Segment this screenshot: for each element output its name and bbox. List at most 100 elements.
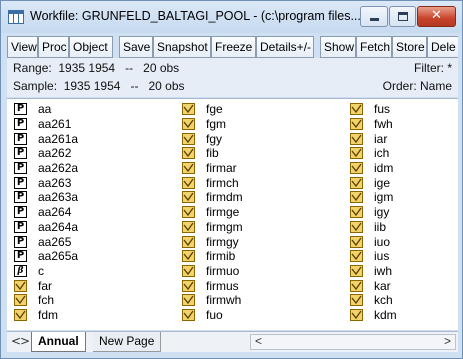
object-name: fuo: [206, 307, 223, 322]
workfile-object[interactable]: fib: [182, 146, 243, 161]
scroll-right-icon[interactable]: >: [444, 334, 451, 348]
workfile-object[interactable]: igm: [350, 190, 397, 205]
workfile-object[interactable]: fuo: [182, 308, 243, 323]
save-button[interactable]: Save: [119, 36, 153, 58]
workfile-object[interactable]: fge: [182, 102, 243, 117]
workfile-object[interactable]: Paa: [14, 102, 78, 117]
close-button[interactable]: ✕: [417, 6, 456, 27]
close-icon: ✕: [431, 8, 442, 23]
minimize-button[interactable]: [360, 6, 388, 27]
series-icon: [14, 294, 27, 307]
scroll-left-icon[interactable]: <: [255, 334, 262, 348]
show-button[interactable]: Show: [320, 36, 356, 58]
workfile-object[interactable]: ige: [350, 175, 397, 190]
workfile-object[interactable]: firmgy: [182, 234, 243, 249]
workfile-object[interactable]: Paa264a: [14, 220, 78, 235]
tab-scroll-right-icon[interactable]: >: [20, 334, 30, 348]
tab-annual[interactable]: Annual: [31, 332, 86, 352]
pool-icon: P: [14, 147, 27, 160]
snapshot-button[interactable]: Snapshot: [153, 36, 211, 58]
object-column-2: fge fgm fgy fib firmar firmch firmdm firmge firm…: [182, 102, 243, 322]
sample-line[interactable]: Sample: 1935 1954 -- 20 obs: [13, 79, 185, 93]
workfile-object[interactable]: firmus: [182, 278, 243, 293]
range-line[interactable]: Range: 1935 1954 -- 20 obs: [13, 61, 179, 75]
workfile-object[interactable]: Paa263: [14, 175, 78, 190]
object-button[interactable]: Object: [69, 36, 113, 58]
fetch-button[interactable]: Fetch: [356, 36, 392, 58]
series-icon: [350, 264, 363, 277]
object-name: far: [38, 278, 53, 293]
object-name: idm: [374, 161, 394, 176]
workfile-object[interactable]: firmar: [182, 161, 243, 176]
object-name: aa263: [38, 175, 72, 190]
series-icon: [350, 191, 363, 204]
order-label[interactable]: Order: Name: [383, 79, 452, 93]
workfile-object[interactable]: iar: [350, 131, 397, 146]
workfile-object[interactable]: Paa262a: [14, 161, 78, 176]
horizontal-scrollbar[interactable]: < >: [250, 334, 456, 350]
workfile-object[interactable]: fgy: [182, 131, 243, 146]
tab-new-page[interactable]: New Page: [93, 332, 162, 352]
workfile-object[interactable]: firmdm: [182, 190, 243, 205]
workfile-object[interactable]: far: [14, 278, 78, 293]
details-toggle-button[interactable]: Details+/-: [256, 36, 314, 58]
object-name: c: [38, 263, 44, 278]
workfile-object[interactable]: Paa263a: [14, 190, 78, 205]
window-title: Workfile: GRUNFELD_BALTAGI_POOL - (c:\pr…: [30, 9, 361, 23]
object-name: kdm: [374, 307, 397, 322]
series-icon: [182, 206, 195, 219]
sample-label: Sample:: [13, 79, 58, 93]
workfile-object[interactable]: firmuo: [182, 264, 243, 279]
series-icon: [182, 103, 195, 116]
workfile-object[interactable]: kar: [350, 278, 397, 293]
workfile-object[interactable]: Paa262: [14, 146, 78, 161]
proc-button[interactable]: Proc: [38, 36, 69, 58]
workfile-object[interactable]: Paa265a: [14, 249, 78, 264]
workfile-object[interactable]: iib: [350, 220, 397, 235]
workfile-object[interactable]: firmge: [182, 205, 243, 220]
workfile-object[interactable]: kch: [350, 293, 397, 308]
view-button[interactable]: View: [7, 36, 38, 58]
workfile-object[interactable]: fch: [14, 293, 78, 308]
object-name: igy: [374, 205, 390, 220]
workfile-object[interactable]: firmgm: [182, 220, 243, 235]
maximize-button[interactable]: [389, 6, 416, 27]
object-name: firmgy: [206, 234, 239, 249]
workfile-object[interactable]: kdm: [350, 308, 397, 323]
object-name: iwh: [374, 263, 393, 278]
pool-icon: P: [14, 206, 27, 219]
workfile-toolbar: View Proc Object Save Snapshot Freeze De…: [7, 36, 458, 58]
workfile-object[interactable]: ius: [350, 249, 397, 264]
workfile-object[interactable]: fwh: [350, 117, 397, 132]
workfile-object[interactable]: βc: [14, 264, 78, 279]
workfile-object[interactable]: Paa261a: [14, 131, 78, 146]
workfile-object[interactable]: fgm: [182, 117, 243, 132]
filter-label[interactable]: Filter: *: [414, 61, 452, 75]
workfile-object[interactable]: firmib: [182, 249, 243, 264]
pool-icon: P: [14, 220, 27, 233]
object-name: fwh: [374, 117, 393, 132]
page-tabs-bar: < > Annual New Page < >: [7, 331, 458, 352]
store-button[interactable]: Store: [392, 36, 427, 58]
range-obs: 20 obs: [143, 61, 180, 75]
object-name: firmgm: [206, 219, 243, 234]
workfile-object[interactable]: igy: [350, 205, 397, 220]
delete-button[interactable]: Dele: [427, 36, 458, 58]
title-bar[interactable]: Workfile: GRUNFELD_BALTAGI_POOL - (c:\pr…: [1, 1, 462, 33]
workfile-object[interactable]: fus: [350, 102, 397, 117]
series-icon: [182, 250, 195, 263]
workfile-object[interactable]: ich: [350, 146, 397, 161]
object-name: fgy: [206, 131, 223, 146]
workfile-object[interactable]: Paa261: [14, 117, 78, 132]
freeze-button[interactable]: Freeze: [211, 36, 256, 58]
workfile-object[interactable]: Paa264: [14, 205, 78, 220]
workfile-object[interactable]: fdm: [14, 308, 78, 323]
workfile-object[interactable]: firmwh: [182, 293, 243, 308]
workfile-object[interactable]: firmch: [182, 175, 243, 190]
workfile-object[interactable]: iwh: [350, 264, 397, 279]
workfile-object[interactable]: idm: [350, 161, 397, 176]
series-icon: [350, 294, 363, 307]
object-name: aa264: [38, 205, 72, 220]
workfile-object[interactable]: Paa265: [14, 234, 78, 249]
workfile-object[interactable]: iuo: [350, 234, 397, 249]
